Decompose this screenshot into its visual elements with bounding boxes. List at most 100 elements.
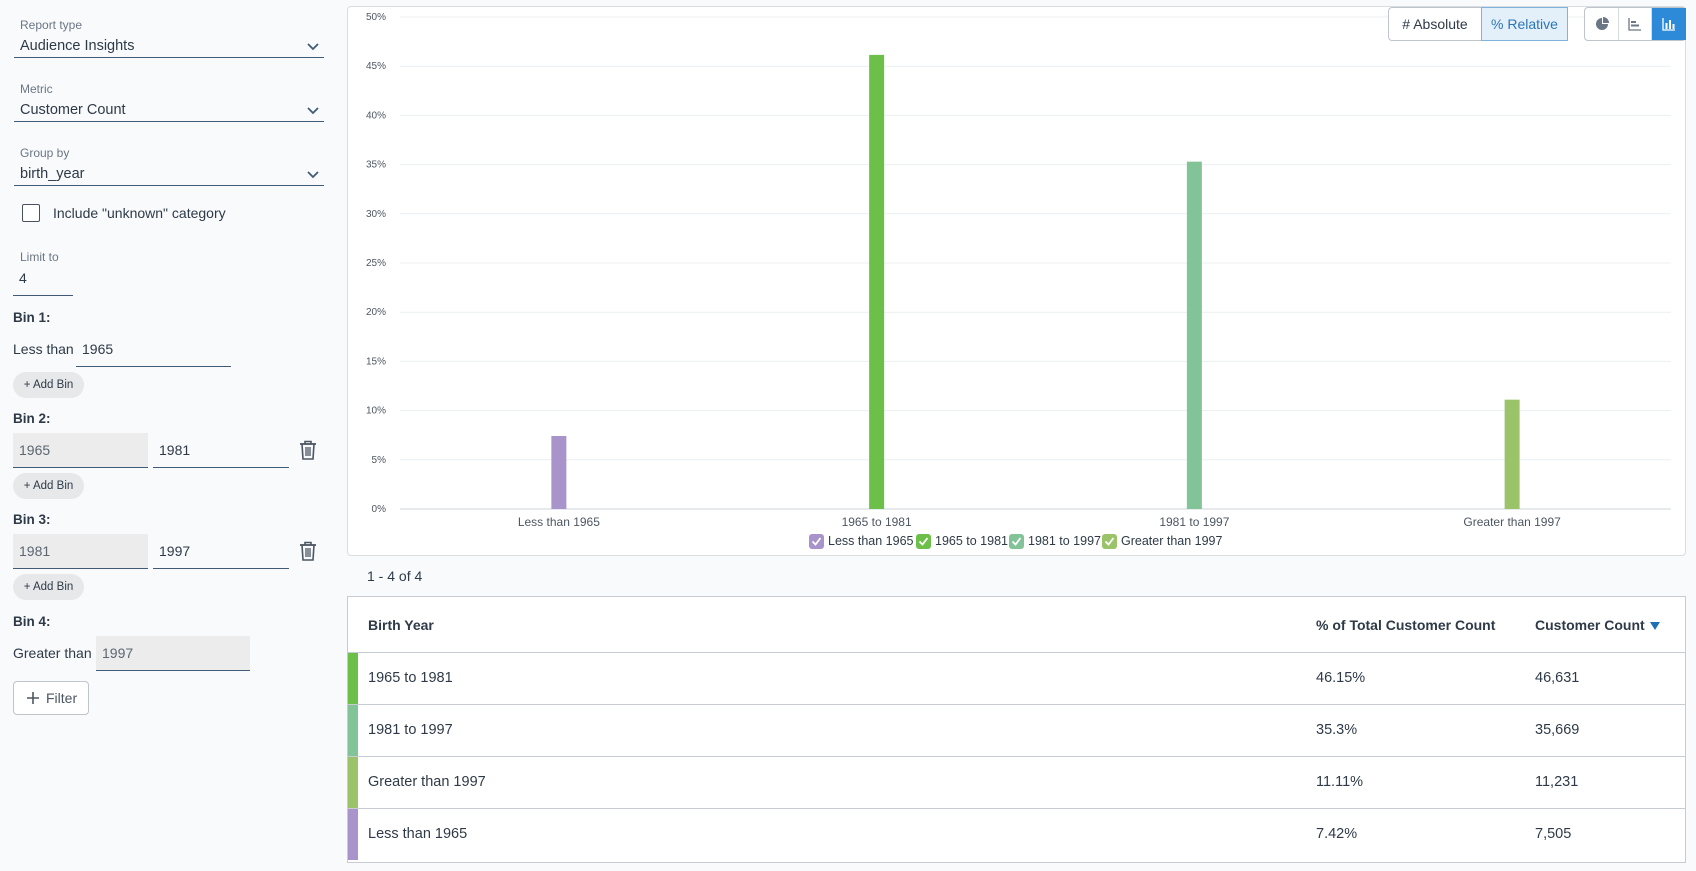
group-by-label: Group by (20, 146, 70, 160)
include-unknown-label: Include "unknown" category (53, 205, 226, 221)
bar[interactable] (869, 54, 885, 509)
column-header-customer-count[interactable]: Customer Count (1535, 617, 1660, 633)
bin-3-title: Bin 3: (13, 512, 51, 527)
y-tick-label: 50% (366, 12, 386, 23)
limit-input[interactable]: Limit to 4 (13, 248, 73, 296)
results-table: Birth Year % of Total Customer Count Cus… (347, 596, 1686, 863)
cell-percent: 11.11% (1316, 774, 1364, 790)
horizontal-bar-icon (1628, 18, 1641, 31)
metric-select[interactable]: Metric Customer Count (14, 76, 324, 122)
bar[interactable] (1504, 399, 1520, 509)
y-tick-label: 10% (366, 406, 386, 417)
row-color-indicator (348, 653, 358, 704)
report-type-select[interactable]: Report type Audience Insights (14, 12, 324, 58)
bin-1-title: Bin 1: (13, 310, 51, 325)
limit-value: 4 (19, 270, 27, 286)
group-by-select[interactable]: Group by birth_year (14, 140, 324, 186)
bar-chart: 0% 5% 10% 15% 20% 25% 30% 35% 40% 45% 50% Less than… (366, 12, 1671, 527)
add-bin-button[interactable]: + Add Bin (13, 473, 84, 499)
include-unknown-checkbox[interactable] (22, 204, 40, 222)
report-type-label: Report type (20, 18, 83, 32)
trash-icon[interactable] (298, 540, 318, 562)
pie-chart-icon (1595, 17, 1609, 30)
column-header-customer-count-label: Customer Count (1535, 617, 1645, 633)
bin-1-prefix: Less than (13, 341, 74, 357)
metric-label: Metric (20, 82, 53, 96)
legend-checkbox (1009, 534, 1024, 549)
sort-descending-icon (1649, 622, 1660, 631)
add-bin-button[interactable]: + Add Bin (13, 574, 84, 600)
y-tick-label: 20% (366, 307, 386, 318)
y-tick-label: 5% (372, 455, 387, 466)
legend-checkbox (809, 534, 824, 549)
check-icon (918, 537, 929, 546)
x-tick-label: 1981 to 1997 (1159, 515, 1229, 527)
trash-icon[interactable] (298, 439, 318, 461)
column-header-percent-total[interactable]: % of Total Customer Count (1316, 617, 1495, 633)
absolute-button[interactable]: # Absolute (1389, 8, 1481, 40)
check-icon (1011, 537, 1022, 546)
x-tick-label: Less than 1965 (518, 515, 600, 527)
cell-birth-year: Greater than 1997 (368, 774, 486, 790)
vertical-bar-view-button[interactable] (1652, 8, 1686, 40)
bin-3-upper-input[interactable]: 1997 (153, 534, 289, 569)
legend-checkbox (916, 534, 931, 549)
cell-count: 11,231 (1535, 774, 1579, 790)
bin-4-prefix: Greater than (13, 645, 92, 661)
chevron-down-icon (307, 171, 319, 179)
cell-percent: 35.3% (1316, 722, 1358, 738)
cell-birth-year: 1965 to 1981 (368, 670, 453, 686)
legend-checkbox (1102, 534, 1117, 549)
x-tick-label: 1965 to 1981 (842, 515, 912, 527)
add-bin-button[interactable]: + Add Bin (13, 372, 84, 398)
legend-label: Less than 1965 (828, 534, 914, 548)
y-tick-label: 25% (366, 258, 386, 269)
bin-4-lower-input[interactable]: 1997 (96, 636, 250, 671)
add-filter-button[interactable]: Filter (13, 681, 89, 715)
chart-panel: 0% 5% 10% 15% 20% 25% 30% 35% 40% 45% 50% Less than… (347, 6, 1686, 556)
x-tick-label: Greater than 1997 (1463, 515, 1561, 527)
table-row[interactable]: Less than 1965 7.42% 7,505 (348, 809, 1685, 861)
pie-view-button[interactable] (1585, 8, 1619, 40)
column-header-birth-year[interactable]: Birth Year (368, 617, 434, 633)
bin-1-upper-input[interactable]: 1965 (76, 332, 231, 367)
chart-view-toggle (1584, 7, 1686, 41)
horizontal-bar-view-button[interactable] (1619, 8, 1652, 40)
relative-button[interactable]: % Relative (1481, 7, 1568, 41)
row-color-indicator (348, 757, 358, 808)
plus-icon (27, 692, 39, 704)
row-color-indicator (348, 809, 358, 860)
cell-count: 7,505 (1535, 826, 1572, 842)
cell-count: 35,669 (1535, 722, 1580, 738)
value-mode-toggle: # Absolute % Relative (1388, 7, 1568, 41)
chart-legend: Less than 1965 1965 to 1981 1981 to 1997… (348, 533, 1687, 551)
pagination-info: 1 - 4 of 4 (367, 568, 423, 584)
legend-label: Greater than 1997 (1121, 534, 1223, 548)
bin-4-title: Bin 4: (13, 614, 51, 629)
group-by-value: birth_year (20, 166, 85, 182)
cell-birth-year: Less than 1965 (368, 826, 468, 842)
y-tick-label: 15% (366, 356, 386, 367)
bar[interactable] (1186, 161, 1202, 509)
bin-2-upper-input[interactable]: 1981 (153, 433, 289, 468)
y-tick-label: 35% (366, 160, 386, 171)
bar[interactable] (551, 435, 567, 509)
y-tick-label: 0% (372, 504, 387, 515)
bin-3-lower-input[interactable]: 1981 (13, 534, 148, 569)
cell-percent: 7.42% (1316, 826, 1358, 842)
metric-value: Customer Count (20, 102, 126, 118)
bin-2-lower-input[interactable]: 1965 (13, 433, 148, 468)
legend-label: 1981 to 1997 (1028, 534, 1101, 548)
table-row[interactable]: 1981 to 1997 35.3% 35,669 (348, 705, 1685, 757)
y-tick-label: 30% (366, 209, 386, 220)
legend-label: 1965 to 1981 (935, 534, 1008, 548)
chevron-down-icon (307, 43, 319, 51)
cell-birth-year: 1981 to 1997 (368, 722, 453, 738)
vertical-bar-icon (1662, 18, 1675, 31)
report-type-value: Audience Insights (20, 38, 135, 54)
cell-percent: 46.15% (1316, 670, 1366, 686)
table-row[interactable]: 1965 to 1981 46.15% 46,631 (348, 653, 1685, 705)
table-row[interactable]: Greater than 1997 11.11% 11,231 (348, 757, 1685, 809)
limit-label: Limit to (20, 250, 59, 264)
y-tick-label: 45% (366, 61, 386, 72)
